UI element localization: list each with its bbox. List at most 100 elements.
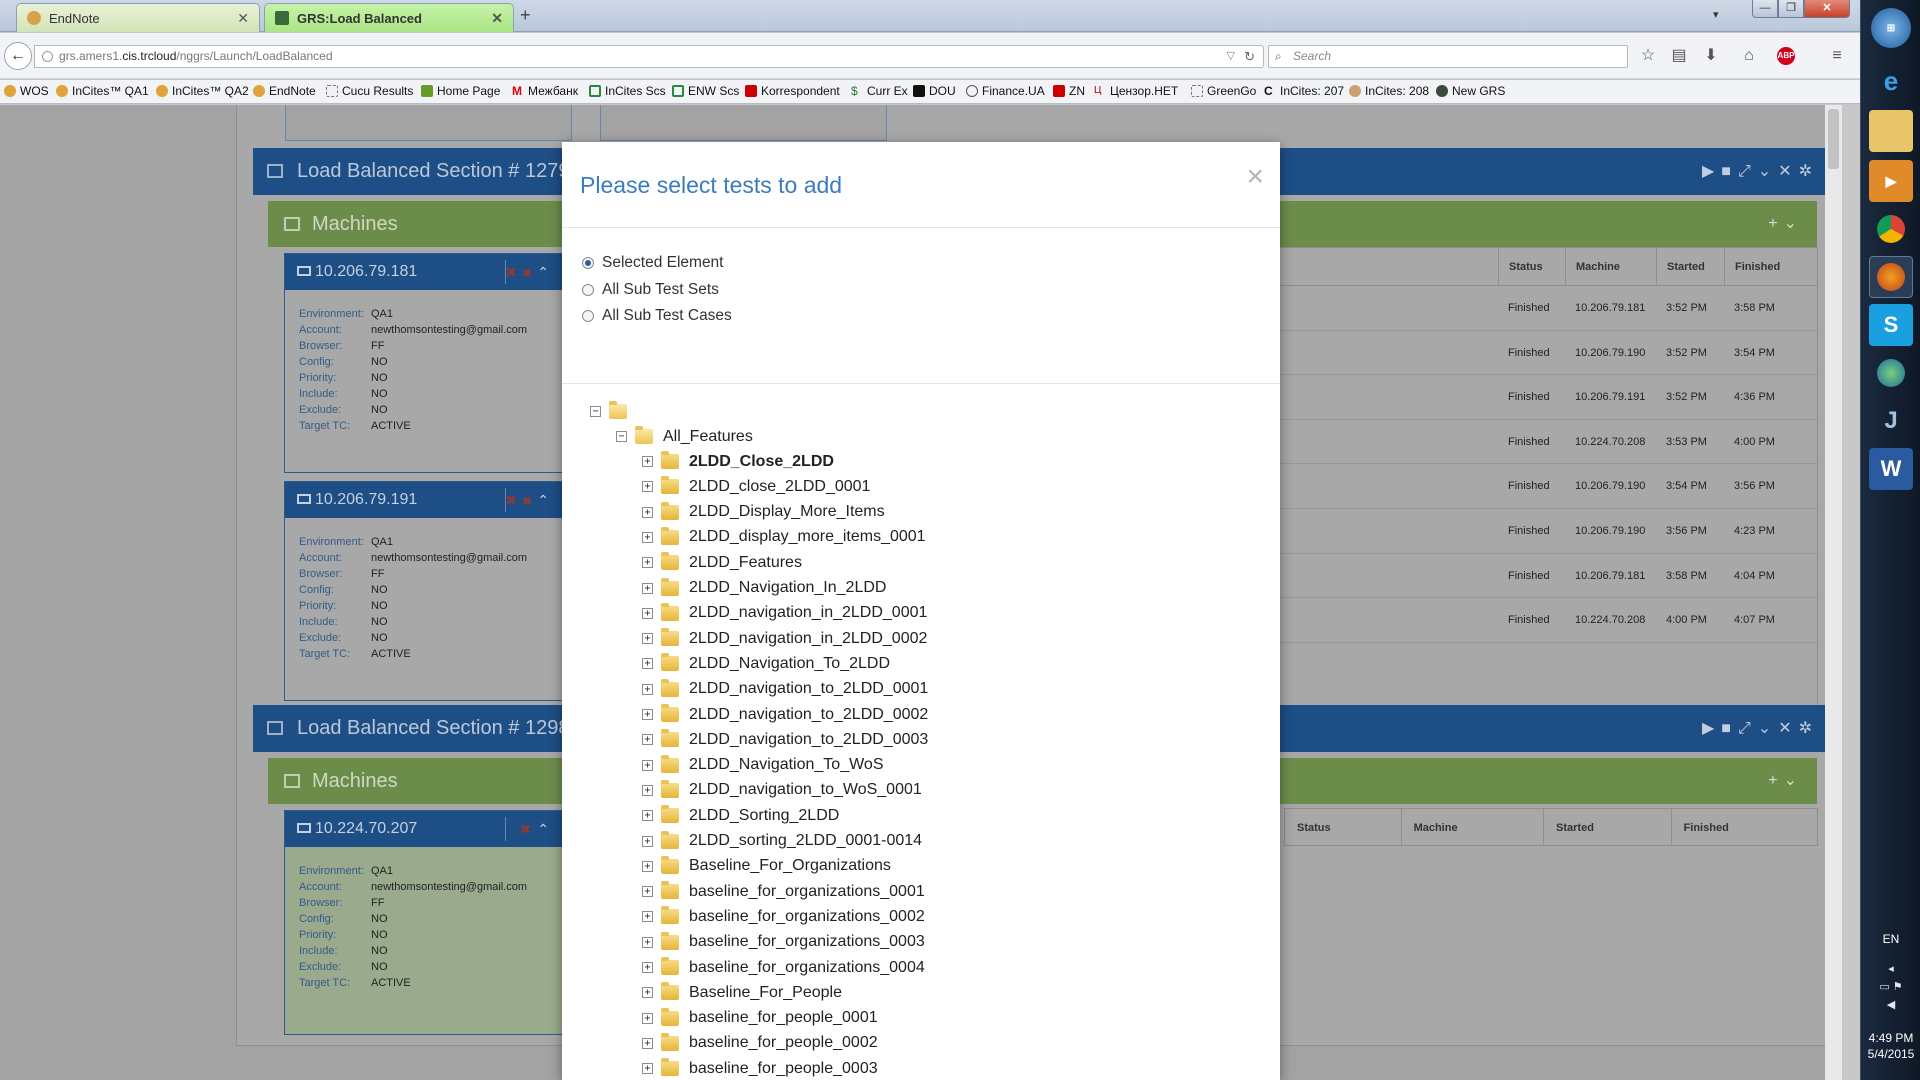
tree-node[interactable]: +2LDD_display_more_items_0001 [642, 525, 926, 550]
chevron-up-icon[interactable]: ⌃ [537, 264, 555, 280]
bookmark-incites-qa2[interactable]: InCites™ QA2 [156, 84, 249, 98]
tray-expand-icon[interactable]: ◂ [1861, 960, 1920, 978]
stop-icon[interactable]: ■ [1721, 163, 1738, 180]
expand-icon[interactable]: + [642, 911, 653, 923]
expand-icon[interactable]: + [642, 835, 653, 847]
close-icon[interactable]: ✕ [1778, 163, 1798, 180]
table-row[interactable]: Finished 10.206.79.190 3:56 PM 4:23 PM [1239, 509, 1817, 554]
tree-node[interactable]: +2LDD_Sorting_2LDD [642, 803, 839, 828]
tree-node[interactable]: + baseline_for_people_0002 [642, 1031, 878, 1056]
machine-card-header[interactable]: 10.224.70.207 ✖⌃ [285, 811, 563, 847]
close-window-button[interactable]: ✕ [1804, 0, 1850, 18]
windows-start-icon[interactable]: ⊞ [1871, 8, 1911, 48]
tree-node[interactable]: +2LDD_navigation_to_2LDD_0001 [642, 677, 928, 702]
tab-grs-load-balanced[interactable]: GRS:Load Balanced ✕ [264, 3, 514, 32]
table-row[interactable]: Finished 10.224.70.208 3:53 PM 4:00 PM [1239, 420, 1817, 465]
language-indicator[interactable]: EN [1861, 932, 1920, 946]
tree-node[interactable]: + baseline_for_people_0001 [642, 1006, 878, 1031]
expand-icon[interactable]: + [642, 1063, 653, 1075]
close-icon[interactable]: ✕ [1778, 720, 1798, 737]
minimize-window-button[interactable]: — [1752, 0, 1778, 18]
chrome-icon[interactable] [1869, 208, 1913, 250]
expand-icon[interactable]: + [642, 860, 653, 872]
close-tab-icon[interactable]: ✕ [491, 10, 503, 27]
remove-icon[interactable]: ✖ [505, 492, 523, 508]
expand-icon[interactable]: + [642, 810, 653, 822]
volume-icon[interactable]: ◀ [1861, 996, 1920, 1014]
bookmark-endnote[interactable]: EndNote [253, 84, 316, 98]
chevron-down-icon[interactable]: ⌄ [1784, 772, 1803, 789]
tree-node[interactable]: +2LDD_navigation_in_2LDD_0001 [642, 601, 927, 626]
option-selected-element[interactable]: Selected Element [582, 250, 1280, 277]
expand-icon[interactable]: + [642, 658, 653, 670]
play-icon[interactable]: ▶ [1702, 720, 1721, 737]
tree-node[interactable]: +2LDD_Features [642, 550, 802, 575]
skype-icon[interactable]: S [1869, 304, 1913, 346]
expand-icon[interactable]: + [642, 506, 653, 518]
expand-icon[interactable]: + [642, 683, 653, 695]
spinner-icon[interactable]: ✲ [1799, 720, 1819, 737]
expand-icon[interactable]: + [642, 886, 653, 898]
expand-icon[interactable]: + [642, 784, 653, 796]
tree-node[interactable]: + Baseline_For_People [642, 980, 842, 1005]
chevron-down-icon[interactable]: ⌄ [1758, 720, 1778, 737]
collapse-icon[interactable]: − [590, 406, 601, 417]
expand-icon[interactable]: + [642, 936, 653, 948]
play-icon[interactable]: ▶ [1702, 163, 1721, 180]
tree-node[interactable]: +2LDD_navigation_to_WoS_0001 [642, 778, 922, 803]
bookmark-greengo[interactable]: GreenGo [1191, 84, 1256, 98]
bookmark-home-page[interactable]: Home Page [421, 84, 500, 98]
tree-node[interactable]: + baseline_for_organizations_0004 [642, 955, 925, 980]
table-row[interactable]: Finished 10.206.79.181 3:52 PM 3:58 PM [1239, 286, 1817, 331]
intellij-icon[interactable]: J [1869, 400, 1913, 442]
machine-card-header[interactable]: 10.206.79.191 ✖■⌃ [285, 482, 563, 518]
column-header[interactable]: Status [1285, 809, 1402, 845]
back-arrow-icon[interactable]: ← [4, 42, 32, 70]
expand-icon[interactable]: + [642, 734, 653, 746]
column-header[interactable]: Machine [1402, 809, 1545, 845]
tree-node[interactable]: + baseline_for_people_0003 [642, 1056, 878, 1080]
tree-node[interactable]: +2LDD_Navigation_In_2LDD [642, 576, 886, 601]
expand-icon[interactable]: + [642, 962, 653, 973]
expand-icon[interactable]: + [642, 709, 653, 720]
tree-node[interactable]: +2LDD_Display_More_Items [642, 500, 885, 525]
column-header[interactable]: Started [1656, 248, 1724, 285]
tab-list-chevron-icon[interactable]: ▾ [1713, 8, 1719, 21]
stop-icon[interactable]: ■ [523, 264, 537, 280]
tree-node[interactable]: + baseline_for_organizations_0002 [642, 904, 925, 929]
tree-node[interactable]: +2LDD_Navigation_To_WoS [642, 753, 883, 778]
expand-icon[interactable]: + [642, 531, 653, 543]
add-icon[interactable]: + [1768, 772, 1783, 789]
tree-node[interactable]: +2LDD_sorting_2LDD_0001-0014 [642, 829, 922, 854]
bookmark-mezhbank[interactable]: M Межбанк [512, 84, 578, 98]
table-row[interactable]: Finished 10.206.79.181 3:58 PM 4:04 PM [1239, 554, 1817, 599]
expand-icon[interactable]: + [642, 481, 653, 493]
close-icon[interactable]: × [1246, 162, 1264, 192]
spinner-icon[interactable]: ✲ [1799, 163, 1819, 180]
tree-node[interactable]: + baseline_for_organizations_0003 [642, 930, 925, 955]
radio-button[interactable] [582, 283, 594, 296]
bookmark-curr-ex[interactable]: $ Curr Ex [851, 84, 908, 98]
maximize-window-button[interactable]: ❐ [1778, 0, 1804, 18]
expand-icon[interactable]: ⤢ [1738, 163, 1758, 180]
radio-button[interactable] [582, 257, 594, 270]
firefox-icon[interactable] [1869, 256, 1913, 298]
dropdown-arrow-icon[interactable]: ▽ [1227, 46, 1235, 67]
home-icon[interactable]: ⌂ [1738, 45, 1760, 67]
downloads-icon[interactable]: ⬇ [1700, 45, 1722, 67]
network-icon[interactable]: ▭ ⚑ [1861, 978, 1920, 996]
tree-node[interactable]: + Baseline_For_Organizations [642, 854, 891, 879]
column-header[interactable]: Finished [1672, 809, 1817, 845]
bookmark-cucu-results[interactable]: Cucu Results [326, 84, 413, 98]
page-scrollbar[interactable] [1825, 105, 1842, 1080]
chevron-down-icon[interactable]: ⌄ [1784, 215, 1803, 232]
remove-icon[interactable]: ✖ [520, 821, 538, 837]
tree-node-all-features[interactable]: − All_Features [616, 424, 753, 449]
expand-icon[interactable]: ⤢ [1738, 720, 1758, 737]
close-tab-icon[interactable]: ✕ [237, 10, 249, 27]
expand-icon[interactable]: + [642, 759, 653, 771]
tree-node[interactable]: +2LDD_close_2LDD_0001 [642, 474, 870, 499]
column-header[interactable]: Finished [1724, 248, 1790, 285]
bookmark-incites-207[interactable]: C InCites: 207 [1264, 84, 1344, 98]
tree-node[interactable]: +2LDD_Navigation_To_2LDD [642, 651, 890, 676]
